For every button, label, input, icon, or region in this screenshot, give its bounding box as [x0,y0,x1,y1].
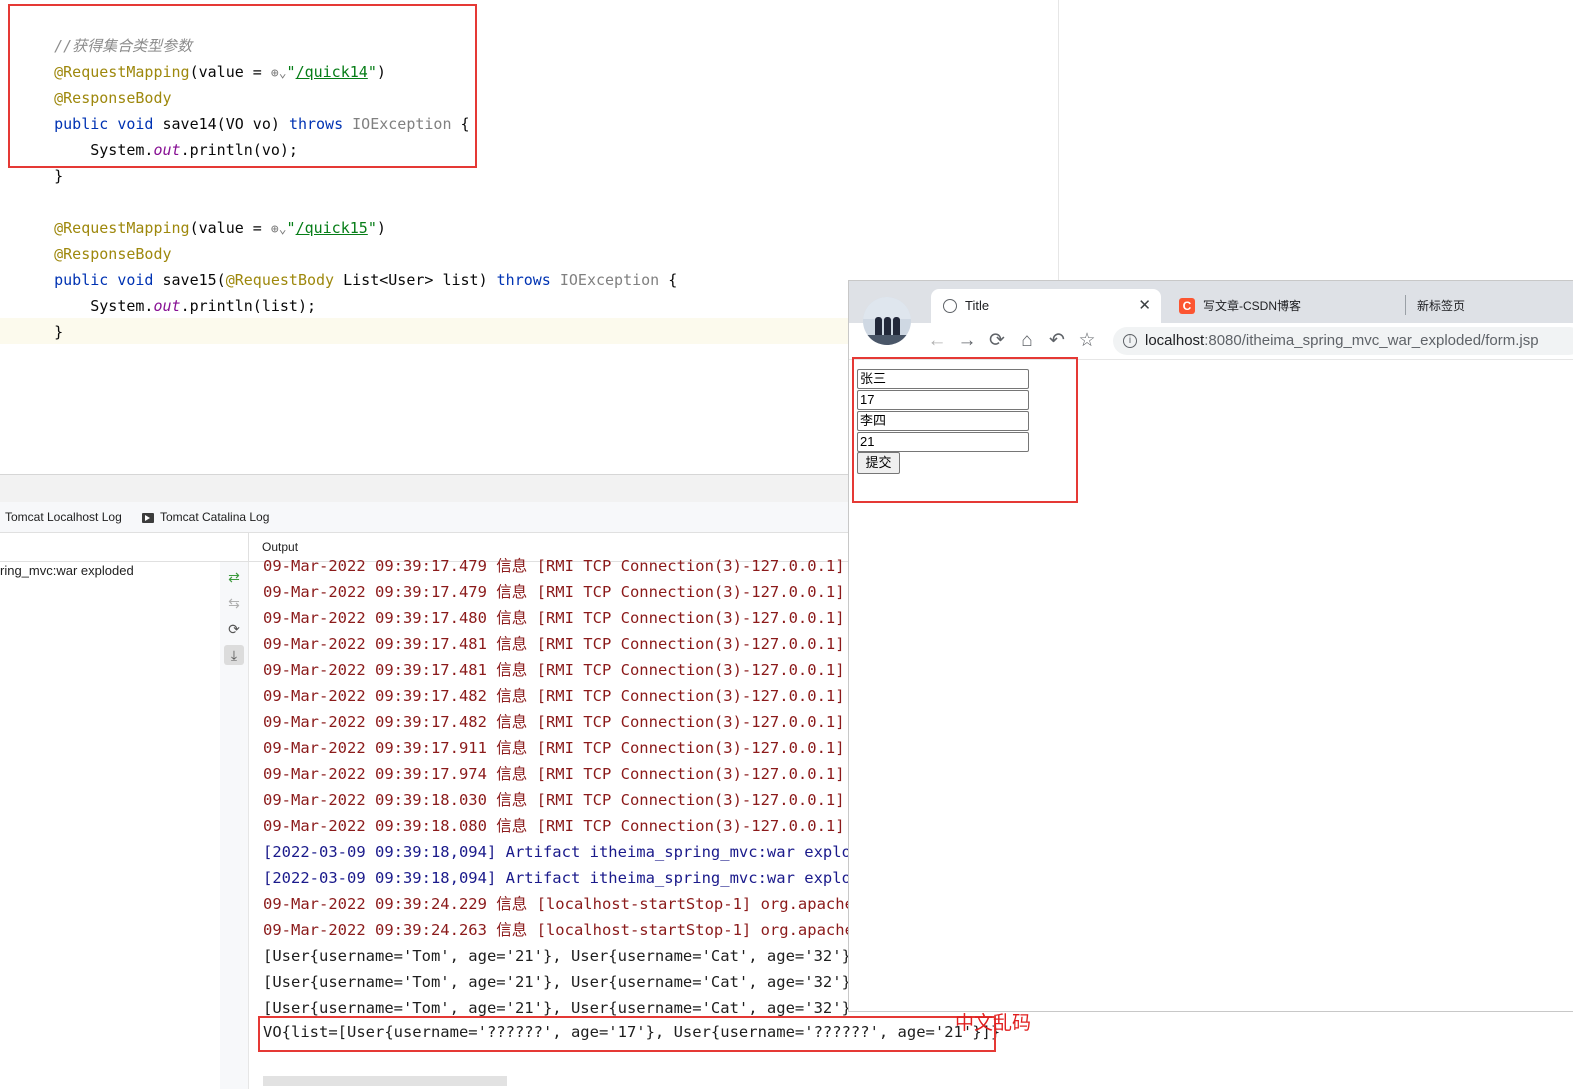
method-params: List<User> list) [334,271,497,289]
log-line: 09-Mar-2022 09:39:17.481 信息 [RMI TCP Con… [263,635,848,653]
paren: ) [376,219,386,237]
tab-tomcat-catalina-log[interactable]: Tomcat Catalina Log [142,502,269,532]
deployment-list: ring_mvc:war exploded [0,533,249,1089]
tab-label: 写文章-CSDN博客 [1203,299,1301,313]
code-text: .println(list); [180,297,317,315]
tab-separator [1405,295,1406,315]
deployment-header [0,533,248,562]
horizontal-scrollbar[interactable] [263,1076,507,1086]
log-line: 09-Mar-2022 09:39:17.911 信息 [RMI TCP Con… [263,739,848,757]
log-line: [User{username='Tom', age='21'}, User{us… [263,973,848,991]
code-line-save15-signature: public void save15(@RequestBody List<Use… [18,241,677,289]
page-content: 张三 17 李四 21 提交 中文乱码 [849,357,1573,1034]
log-line: 09-Mar-2022 09:39:18.030 信息 [RMI TCP Con… [263,791,848,809]
log-line: 09-Mar-2022 09:39:24.229 信息 [localhost-s… [263,895,848,913]
log-line: [2022-03-09 09:39:18,094] Artifact ithei… [263,869,848,887]
code-line-response-body: @ResponseBody [18,215,171,263]
scroll-to-end-icon[interactable]: ⤓ [224,645,244,665]
code-text: System. [54,297,154,315]
log-line: 09-Mar-2022 09:39:17.479 信息 [RMI TCP Con… [263,583,848,601]
log-line: 09-Mar-2022 09:39:24.263 信息 [localhost-s… [263,921,848,939]
close-brace: } [54,323,64,341]
open-brace: { [659,271,678,289]
address-bar[interactable]: i localhost:8080/itheima_spring_mvc_war_e… [1113,327,1573,355]
globe-icon[interactable]: ⊕⌄ [271,222,287,237]
refresh-icon[interactable]: ⟳ [224,619,244,639]
undeploy-arrows-icon[interactable]: ⇆ [224,593,244,613]
forward-arrow-icon[interactable]: → [955,323,979,359]
highlight-box-form [852,357,1078,503]
undo-icon[interactable]: ↶ [1045,323,1069,359]
deploy-arrows-icon[interactable]: ⇄ [224,567,244,587]
avatar-ground [863,335,911,345]
log-line: 09-Mar-2022 09:39:18.080 信息 [RMI TCP Con… [263,817,848,835]
tab-label: Title [965,298,990,313]
profile-avatar[interactable] [863,297,911,345]
reload-icon[interactable]: ⟳ [985,323,1009,359]
close-brace: } [54,167,64,185]
globe-icon [943,299,957,313]
log-line: [User{username='Tom', age='21'}, User{us… [263,947,848,965]
url-host: localhost [1145,332,1205,349]
highlight-box-save14 [8,4,477,168]
bookmark-star-icon[interactable]: ☆ [1075,323,1099,359]
log-line: [2022-03-09 09:39:18,094] Artifact ithei… [263,843,848,861]
code-line-mapping-15: @RequestMapping(value = ⊕⌄"/quick15") [18,189,386,237]
highlight-box-vo-output [258,1016,996,1052]
tab-label: 新标签页 [1417,299,1466,313]
log-line: 09-Mar-2022 09:39:17.482 信息 [RMI TCP Con… [263,687,848,705]
console-output[interactable]: 09-Mar-2022 09:39:17.479 信息 [RMI TCP Con… [263,556,848,1056]
run-panel-header [0,475,848,503]
mapping-args: (value = [189,219,271,237]
field-out: out [153,297,181,315]
home-icon[interactable]: ⌂ [1015,323,1039,359]
code-line-println-list: System.out.println(list); [18,267,316,315]
log-line: 09-Mar-2022 09:39:17.974 信息 [RMI TCP Con… [263,765,848,783]
url-path-link[interactable]: /quick15 [296,219,368,237]
exception-type: IOException [559,271,660,289]
quote: " [286,219,296,237]
site-info-icon[interactable]: i [1123,334,1137,349]
csdn-logo-icon: C [1179,298,1195,314]
browser-tab-strip: Title ✕ C 写文章-CSDN博客 新标签页 [849,281,1573,323]
console-icon [142,512,154,523]
quote: " [367,219,377,237]
avatar-sky [863,297,911,319]
url-path: :8080/itheima_spring_mvc_war_exploded/fo… [1204,332,1539,349]
browser-window: Title ✕ C 写文章-CSDN博客 新标签页 ← → ⟳ ⌂ ↶ ☆ il… [848,280,1573,1034]
log-line: 09-Mar-2022 09:39:17.479 信息 [RMI TCP Con… [263,557,848,575]
code-line-close-brace: } [18,293,63,341]
tab-label: Tomcat Catalina Log [160,510,270,524]
run-tool-window: Tomcat Localhost Log Tomcat Catalina Log… [0,474,848,1089]
tab-new-tab[interactable]: 新标签页 [1417,289,1537,323]
log-line: 09-Mar-2022 09:39:17.481 信息 [RMI TCP Con… [263,661,848,679]
keyword-throws: throws [496,271,560,289]
browser-toolbar: ← → ⟳ ⌂ ↶ ☆ i localhost:8080/itheima_spri… [849,323,1573,360]
tab-tomcat-localhost-log[interactable]: Tomcat Localhost Log [5,502,122,532]
tab-csdn[interactable]: C 写文章-CSDN博客 [1179,289,1379,323]
back-arrow-icon[interactable]: ← [925,323,949,359]
run-tab-bar: Tomcat Localhost Log Tomcat Catalina Log [0,502,848,533]
close-icon[interactable]: ✕ [1138,289,1151,323]
garbled-text-annotation: 中文乱码 [955,1013,1032,1034]
tab-title[interactable]: Title ✕ [931,289,1161,323]
console-side-toolbar: ⇄ ⇆ ⟳ ⤓ [220,562,249,1089]
log-line: 09-Mar-2022 09:39:17.482 信息 [RMI TCP Con… [263,713,848,731]
log-line: 09-Mar-2022 09:39:17.480 信息 [RMI TCP Con… [263,609,848,627]
deployment-item[interactable]: ring_mvc:war exploded [0,563,134,578]
tab-label: Tomcat Localhost Log [5,510,122,524]
